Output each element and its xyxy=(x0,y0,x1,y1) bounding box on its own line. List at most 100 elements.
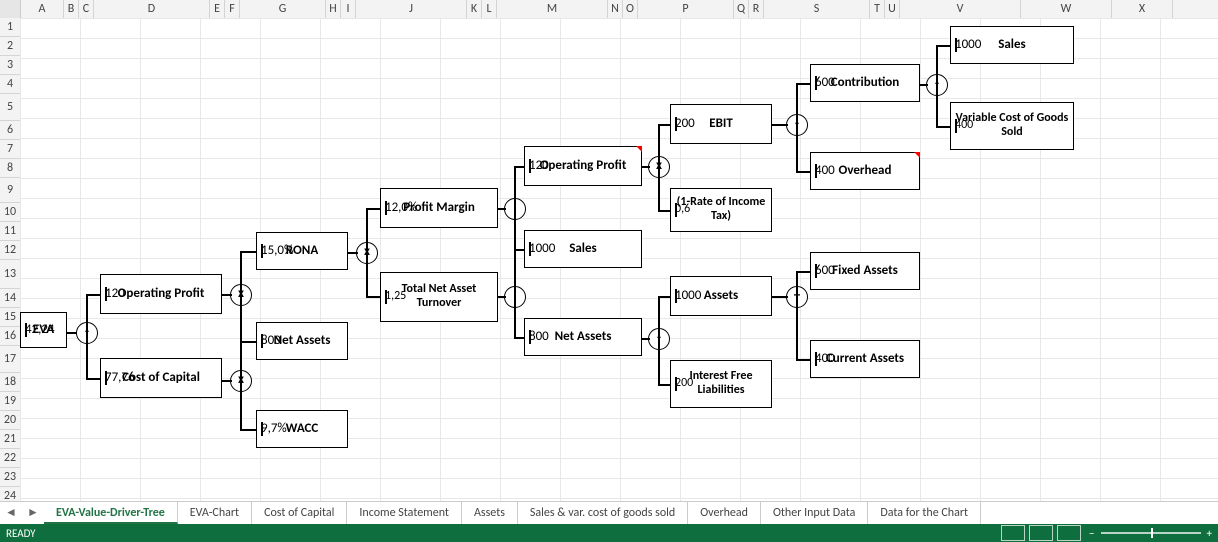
node-value: 200 xyxy=(675,117,677,132)
sheet-tab-strip: ◄ ► EVA-Value-Driver-TreeEVA-ChartCost o… xyxy=(0,501,1218,524)
node-value: 600 xyxy=(815,76,817,91)
node-assets: Assets 1000 xyxy=(670,276,772,316)
row-header[interactable]: 5 xyxy=(0,94,20,121)
row-header[interactable]: 21 xyxy=(0,430,20,449)
column-header[interactable]: E xyxy=(210,0,225,18)
status-text: READY xyxy=(6,527,36,540)
tab-nav-next[interactable]: ► xyxy=(22,502,44,524)
node-variable-cogs: Variable Cost of Goods Sold 400 xyxy=(950,102,1074,150)
row-header[interactable]: 2 xyxy=(0,37,20,56)
column-header[interactable]: A xyxy=(21,0,64,18)
node-value: 400 xyxy=(815,352,817,367)
column-header[interactable]: I xyxy=(341,0,356,18)
node-interest-free-liabilities: Interest Free Liabilities 200 xyxy=(670,360,772,408)
column-header[interactable]: M xyxy=(497,0,608,18)
sheet-tab[interactable]: Sales & var. cost of goods sold xyxy=(518,502,688,524)
column-header[interactable]: W xyxy=(1021,0,1112,18)
column-header[interactable]: U xyxy=(885,0,900,18)
row-header[interactable]: 18 xyxy=(0,373,20,392)
node-value: 0,6 xyxy=(675,203,677,217)
row-header[interactable]: 8 xyxy=(0,159,20,178)
row-header[interactable]: 19 xyxy=(0,392,20,411)
tab-nav-prev[interactable]: ◄ xyxy=(0,502,22,524)
sheet-tab[interactable]: EVA-Chart xyxy=(178,502,252,524)
view-page-break-icon[interactable] xyxy=(1057,525,1081,541)
sheet-tab[interactable]: Assets xyxy=(462,502,518,524)
column-header[interactable]: H xyxy=(326,0,341,18)
node-value: 42,24 xyxy=(25,323,27,338)
status-bar: READY − + xyxy=(0,524,1218,542)
column-header[interactable]: Q xyxy=(734,0,749,18)
sheet-tab[interactable]: Cost of Capital xyxy=(252,502,347,524)
node-value: 120 xyxy=(105,287,107,302)
node-wacc: WACC 9,7% xyxy=(256,410,348,448)
row-header[interactable]: 23 xyxy=(0,468,20,487)
column-header[interactable]: G xyxy=(240,0,326,18)
column-header[interactable]: X xyxy=(1112,0,1173,18)
row-header[interactable]: 20 xyxy=(0,411,20,430)
row-header[interactable]: 7 xyxy=(0,140,20,159)
column-header[interactable]: F xyxy=(225,0,240,18)
node-sales-3: Sales 1000 xyxy=(950,26,1074,64)
node-value: 1000 xyxy=(529,242,531,257)
row-header[interactable]: 1 xyxy=(0,18,20,37)
column-header[interactable]: N xyxy=(608,0,623,18)
row-header[interactable]: 4 xyxy=(0,75,20,94)
row-header[interactable]: 13 xyxy=(0,260,20,289)
node-value: 77,76 xyxy=(105,371,107,386)
row-header[interactable]: 16 xyxy=(0,327,20,346)
node-value: 120 xyxy=(529,159,531,174)
node-profit-margin: Profit Margin 12,0% xyxy=(380,188,498,228)
node-value: 800 xyxy=(261,334,263,349)
node-rona: RONA 15,0% xyxy=(256,232,348,270)
sheet-tab[interactable]: Other Input Data xyxy=(761,502,868,524)
column-header[interactable]: L xyxy=(482,0,497,18)
worksheet: ABCDEFGHIJKLMNOPQRSTUVWX 123456789101112… xyxy=(0,0,1218,542)
row-header[interactable]: 15 xyxy=(0,308,20,327)
cell-grid[interactable]: EVA 42,24 Operating Profit 120 Cost of C… xyxy=(20,18,1218,502)
zoom-slider[interactable] xyxy=(1101,532,1201,534)
sheet-tab[interactable]: Income Statement xyxy=(347,502,462,524)
sheet-tab[interactable]: EVA-Value-Driver-Tree xyxy=(44,502,178,524)
node-total-net-asset-turnover: Total Net Asset Turnover 1,25 xyxy=(380,272,498,322)
sheet-tab[interactable]: Data for the Chart xyxy=(868,502,981,524)
column-header[interactable]: C xyxy=(79,0,94,18)
node-eva: EVA 42,24 xyxy=(20,312,67,348)
row-header[interactable]: 14 xyxy=(0,289,20,308)
node-net-assets-2: Net Assets 800 xyxy=(524,318,642,356)
row-header[interactable]: 10 xyxy=(0,203,20,222)
column-header[interactable]: D xyxy=(94,0,210,18)
comment-indicator-icon[interactable] xyxy=(914,152,920,158)
view-normal-icon[interactable] xyxy=(1001,525,1025,541)
column-header[interactable]: K xyxy=(467,0,482,18)
row-header[interactable]: 9 xyxy=(0,178,20,203)
column-header[interactable]: R xyxy=(749,0,764,18)
node-net-assets-1: Net Assets 800 xyxy=(256,322,348,360)
comment-indicator-icon[interactable] xyxy=(636,146,642,152)
column-header[interactable]: J xyxy=(356,0,467,18)
zoom-in-button[interactable]: + xyxy=(1207,527,1212,540)
node-value: 15,0% xyxy=(261,244,263,259)
node-value: 1000 xyxy=(955,38,957,53)
node-tax-rate: (1-Rate of Income Tax) 0,6 xyxy=(670,188,772,232)
row-header[interactable]: 12 xyxy=(0,241,20,260)
column-header[interactable]: O xyxy=(623,0,638,18)
node-sales-2: Sales 1000 xyxy=(524,230,642,268)
node-contribution: Contribution 600 xyxy=(810,64,920,102)
view-page-layout-icon[interactable] xyxy=(1029,525,1053,541)
column-header[interactable]: P xyxy=(638,0,734,18)
select-all-corner[interactable] xyxy=(0,0,21,18)
sheet-tab[interactable]: Overhead xyxy=(688,502,761,524)
node-value: 800 xyxy=(529,330,531,345)
row-header[interactable]: 11 xyxy=(0,222,20,241)
row-header[interactable]: 17 xyxy=(0,346,20,373)
column-header[interactable]: S xyxy=(764,0,870,18)
column-header[interactable]: T xyxy=(870,0,885,18)
row-header[interactable]: 3 xyxy=(0,56,20,75)
row-header[interactable]: 22 xyxy=(0,449,20,468)
node-value: 200 xyxy=(675,377,677,391)
zoom-out-button[interactable]: − xyxy=(1089,527,1094,540)
row-header[interactable]: 6 xyxy=(0,121,20,140)
column-header[interactable]: V xyxy=(900,0,1021,18)
column-header[interactable]: B xyxy=(64,0,79,18)
